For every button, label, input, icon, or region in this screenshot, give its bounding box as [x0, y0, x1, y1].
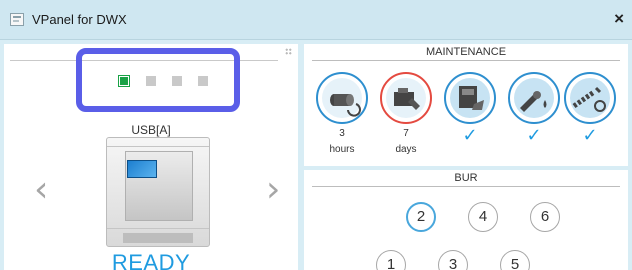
cleaning-manual-icon — [444, 72, 496, 124]
bur-button-6[interactable]: 6 — [530, 202, 560, 232]
spindle-motor-icon — [380, 72, 432, 124]
app-icon — [10, 13, 24, 26]
dust-collector-roller-icon — [316, 72, 368, 124]
maintenance-item-clamp[interactable]: ✓ — [564, 72, 616, 146]
previous-device-button[interactable]: ‹ — [34, 172, 48, 208]
maintenance-unit: days — [395, 144, 417, 155]
milling-machine-image — [106, 137, 210, 247]
bur-button-3[interactable]: 3 — [438, 250, 468, 270]
device-indicator-4[interactable] — [198, 76, 208, 86]
next-device-button[interactable]: › — [266, 172, 280, 208]
maintenance-item-cleaning[interactable]: ✓ — [444, 72, 496, 146]
device-status: READY — [111, 250, 191, 270]
device-indicator-2[interactable] — [146, 76, 156, 86]
maintenance-title: MAINTENANCE — [425, 46, 507, 58]
bur-button-1[interactable]: 1 — [376, 250, 406, 270]
check-icon: ✓ — [526, 125, 542, 146]
bur-button-5[interactable]: 5 — [500, 250, 530, 270]
bur-button-4[interactable]: 4 — [468, 202, 498, 232]
close-icon[interactable]: × — [614, 9, 624, 29]
bur-title: BUR — [454, 172, 478, 184]
section-divider — [312, 60, 620, 61]
device-panel: USB[A] ‹ › READY — [4, 44, 298, 270]
maintenance-panel: MAINTENANCE 3 hours 7 days ✓ ✓ ✓ — [304, 44, 628, 166]
check-icon: ✓ — [462, 125, 478, 146]
device-indicators — [118, 75, 208, 87]
maintenance-item-spindle[interactable]: 7 days — [380, 72, 432, 156]
device-indicator-1[interactable] — [118, 75, 130, 87]
air-cleaning-icon — [508, 72, 560, 124]
section-divider — [312, 186, 620, 187]
panel-grip-icon[interactable] — [285, 48, 292, 55]
title-bar: VPanel for DWX × — [0, 0, 632, 40]
maintenance-item-roller[interactable]: 3 hours — [316, 72, 368, 156]
check-icon: ✓ — [582, 125, 598, 146]
maintenance-value: 3 — [339, 128, 345, 139]
window-title: VPanel for DWX — [32, 12, 127, 27]
maintenance-item-air[interactable]: ✓ — [508, 72, 560, 146]
maintenance-unit: hours — [329, 144, 355, 155]
clamp-cleaning-icon — [564, 72, 616, 124]
device-port-label: USB[A] — [131, 123, 171, 137]
device-indicator-3[interactable] — [172, 76, 182, 86]
bur-button-2[interactable]: 2 — [406, 202, 436, 232]
maintenance-value: 7 — [403, 128, 409, 139]
bur-panel: BUR 2 4 6 1 3 5 — [304, 170, 628, 270]
